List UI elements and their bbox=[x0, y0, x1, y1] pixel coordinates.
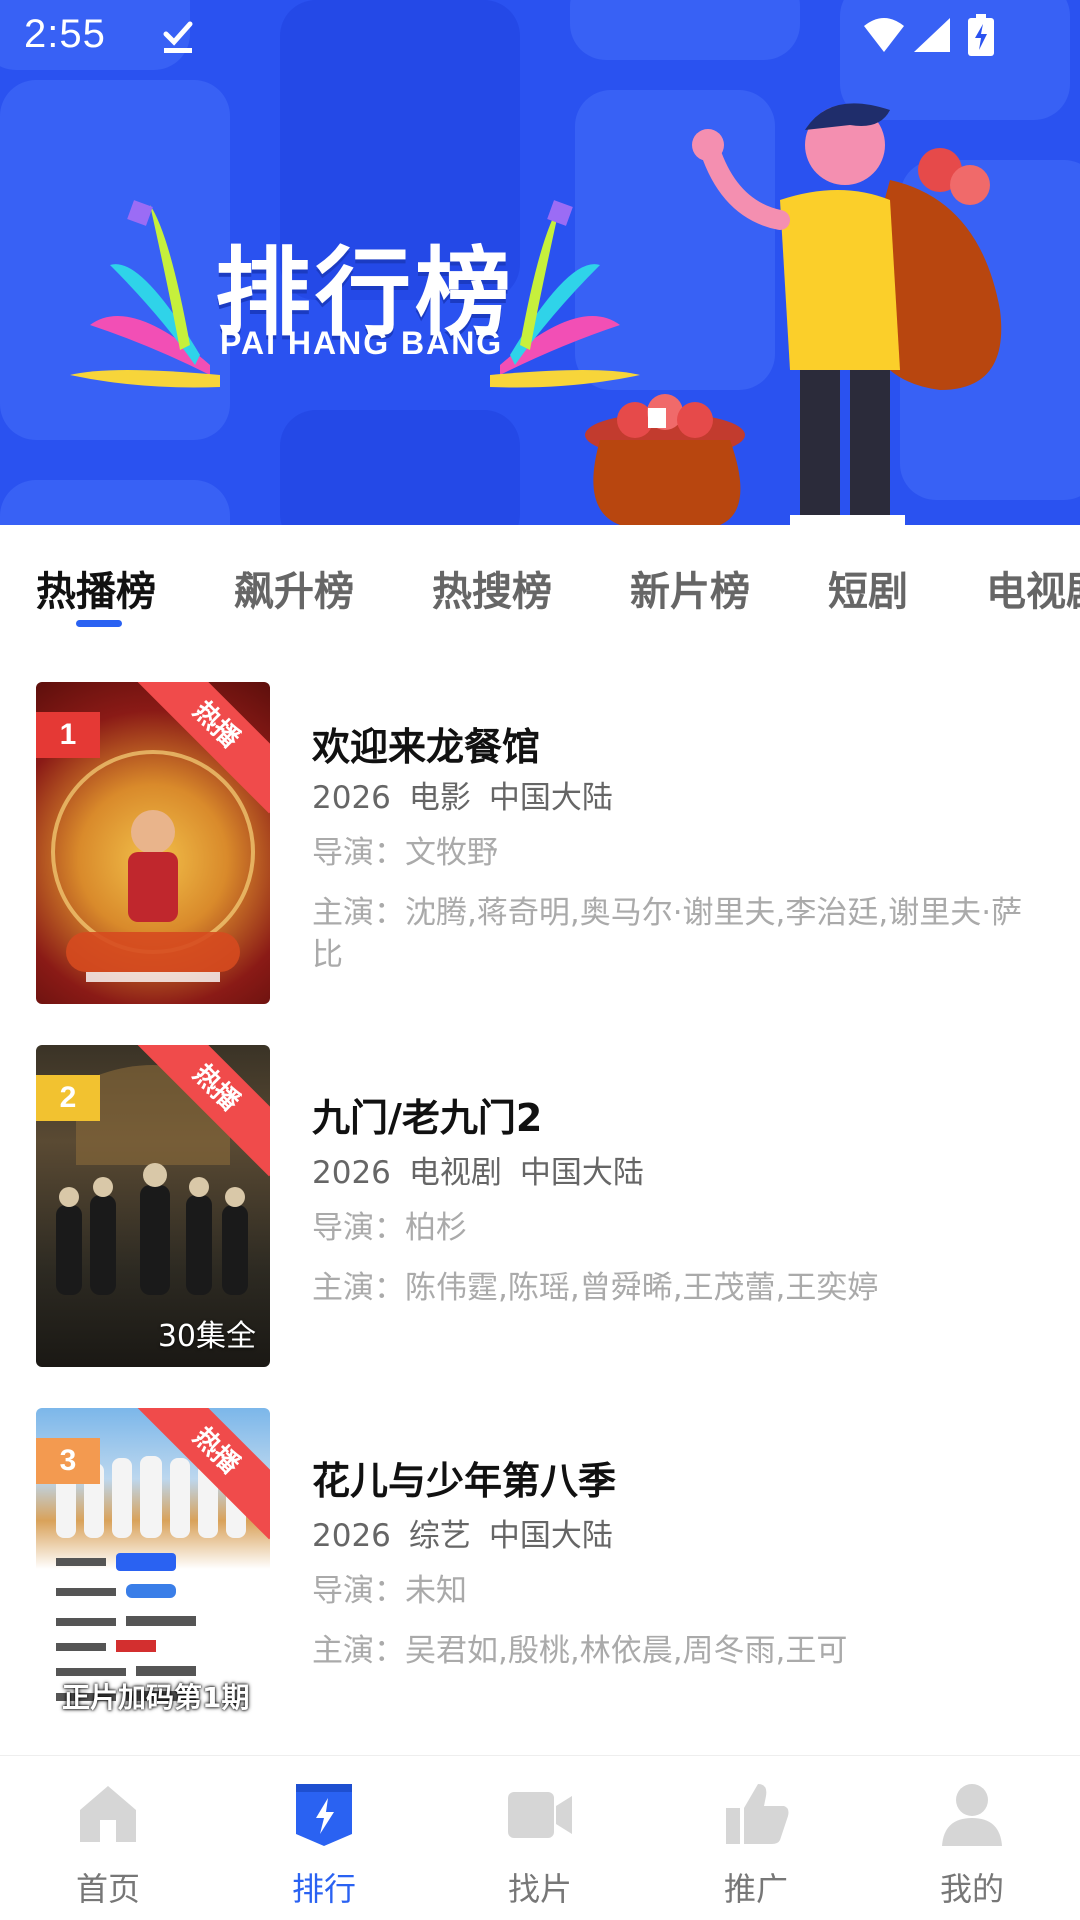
item-cast: 主演：陈伟霆,陈瑶,曾舜晞,王茂蕾,王奕婷 bbox=[312, 1270, 879, 1306]
ranking-banner: 2:55 排行榜 PAI HANG BANG bbox=[0, 0, 1080, 525]
item-title[interactable]: 九门/老九门2 bbox=[312, 1087, 542, 1142]
item-region: 中国大陆 bbox=[488, 1518, 613, 1554]
item-region: 中国大陆 bbox=[488, 780, 613, 816]
bottom-navigation: 首页 排行 找片 推广 我的 bbox=[0, 1755, 1080, 1920]
banner-subtitle: PAI HANG BANG bbox=[220, 325, 504, 361]
item-title[interactable]: 花儿与少年第八季 bbox=[312, 1450, 616, 1505]
nav-find-video-label: 找片 bbox=[507, 1870, 572, 1908]
nav-home[interactable]: 首页 bbox=[0, 1756, 216, 1920]
nav-promotion-label: 推广 bbox=[723, 1870, 788, 1908]
item-title[interactable]: 欢迎来龙餐馆 bbox=[312, 716, 540, 771]
download-complete-icon bbox=[163, 21, 193, 53]
tab-tv-series[interactable]: 电视剧 bbox=[986, 559, 1080, 617]
battery-charging-icon bbox=[968, 14, 994, 56]
status-time: 2:55 bbox=[24, 12, 106, 56]
banner-title-group: 排行榜 PAI HANG BANG bbox=[70, 175, 640, 395]
item-region: 中国大陆 bbox=[519, 1155, 644, 1191]
tab-hot-play[interactable]: 热播榜 bbox=[36, 559, 156, 617]
item-category: 电视剧 bbox=[408, 1155, 502, 1191]
item-meta: 2026 电视剧 中国大陆 bbox=[312, 1147, 662, 1192]
item-category: 综艺 bbox=[408, 1518, 471, 1554]
home-icon bbox=[80, 1786, 136, 1842]
poster-image[interactable]: 2 热播 30集全 bbox=[36, 1045, 270, 1367]
poster-image[interactable]: 1 热播 bbox=[36, 682, 270, 1004]
ranking-screen: 2:55 排行榜 PAI HANG BANG 热播榜 飙升榜 热搜榜 新片榜 短… bbox=[0, 0, 1080, 1920]
item-director: 导演：柏杉 bbox=[312, 1210, 467, 1246]
thumbs-up-icon bbox=[726, 1784, 789, 1844]
item-cast: 主演：吴君如,殷桃,林依晨,周冬雨,王可 bbox=[312, 1633, 848, 1669]
video-camera-icon bbox=[508, 1792, 572, 1838]
rank-badge: 1 bbox=[36, 712, 100, 758]
nav-profile[interactable]: 我的 bbox=[864, 1756, 1080, 1920]
tab-rising[interactable]: 飙升榜 bbox=[234, 559, 354, 617]
nav-ranking-label: 排行 bbox=[291, 1870, 356, 1908]
tab-new-releases[interactable]: 新片榜 bbox=[630, 559, 750, 617]
active-tab-indicator bbox=[76, 620, 122, 627]
item-year: 2026 bbox=[312, 1518, 391, 1554]
poster-image[interactable]: 3 热播 正片加码第1期 bbox=[36, 1408, 270, 1730]
item-director: 导演：文牧野 bbox=[312, 835, 498, 871]
ranking-item[interactable]: 3 热播 正片加码第1期 花儿与少年第八季 2026 综艺 中国大陆 导演：未知 主… bbox=[0, 1386, 1080, 1730]
signal-icon bbox=[914, 18, 950, 52]
item-meta: 2026 电影 中国大陆 bbox=[312, 772, 631, 817]
nav-home-label: 首页 bbox=[75, 1870, 140, 1908]
ranking-tabs: 热播榜 飙升榜 热搜榜 新片榜 短剧 电视剧 bbox=[0, 525, 1080, 635]
item-category: 电影 bbox=[408, 780, 471, 816]
rank-badge: 3 bbox=[36, 1438, 100, 1484]
ranking-item[interactable]: 1 热播 欢迎来龙餐馆 2026 电影 中国大陆 导演：文牧野 主演：沈腾,蒋奇明,… bbox=[0, 660, 1080, 1004]
item-year: 2026 bbox=[312, 780, 391, 816]
rank-badge: 2 bbox=[36, 1075, 100, 1121]
episode-label: 正片加码第1期 bbox=[62, 1681, 250, 1714]
item-year: 2026 bbox=[312, 1155, 391, 1191]
ranking-item[interactable]: 2 热播 30集全 九门/老九门2 2026 电视剧 中国大陆 导演：柏杉 主演：陈… bbox=[0, 1023, 1080, 1367]
item-meta: 2026 综艺 中国大陆 bbox=[312, 1510, 631, 1555]
ranking-icon bbox=[296, 1784, 352, 1846]
tab-short-drama[interactable]: 短剧 bbox=[828, 559, 908, 617]
tab-hot-search[interactable]: 热搜榜 bbox=[432, 559, 552, 617]
wifi-icon bbox=[864, 18, 904, 52]
nav-profile-label: 我的 bbox=[939, 1870, 1004, 1908]
status-bar: 2:55 bbox=[0, 0, 1080, 72]
nav-find-video[interactable]: 找片 bbox=[432, 1756, 648, 1920]
episode-count: 30集全 bbox=[157, 1319, 256, 1354]
item-director: 导演：未知 bbox=[312, 1573, 467, 1609]
character-illustration bbox=[585, 103, 1002, 525]
item-cast: 主演：沈腾,蒋奇明,奥马尔·谢里夫,李治廷,谢里夫·萨比 bbox=[312, 895, 1023, 973]
nav-promotion[interactable]: 推广 bbox=[648, 1756, 864, 1920]
profile-icon bbox=[942, 1784, 1002, 1846]
nav-ranking[interactable]: 排行 bbox=[216, 1756, 432, 1920]
